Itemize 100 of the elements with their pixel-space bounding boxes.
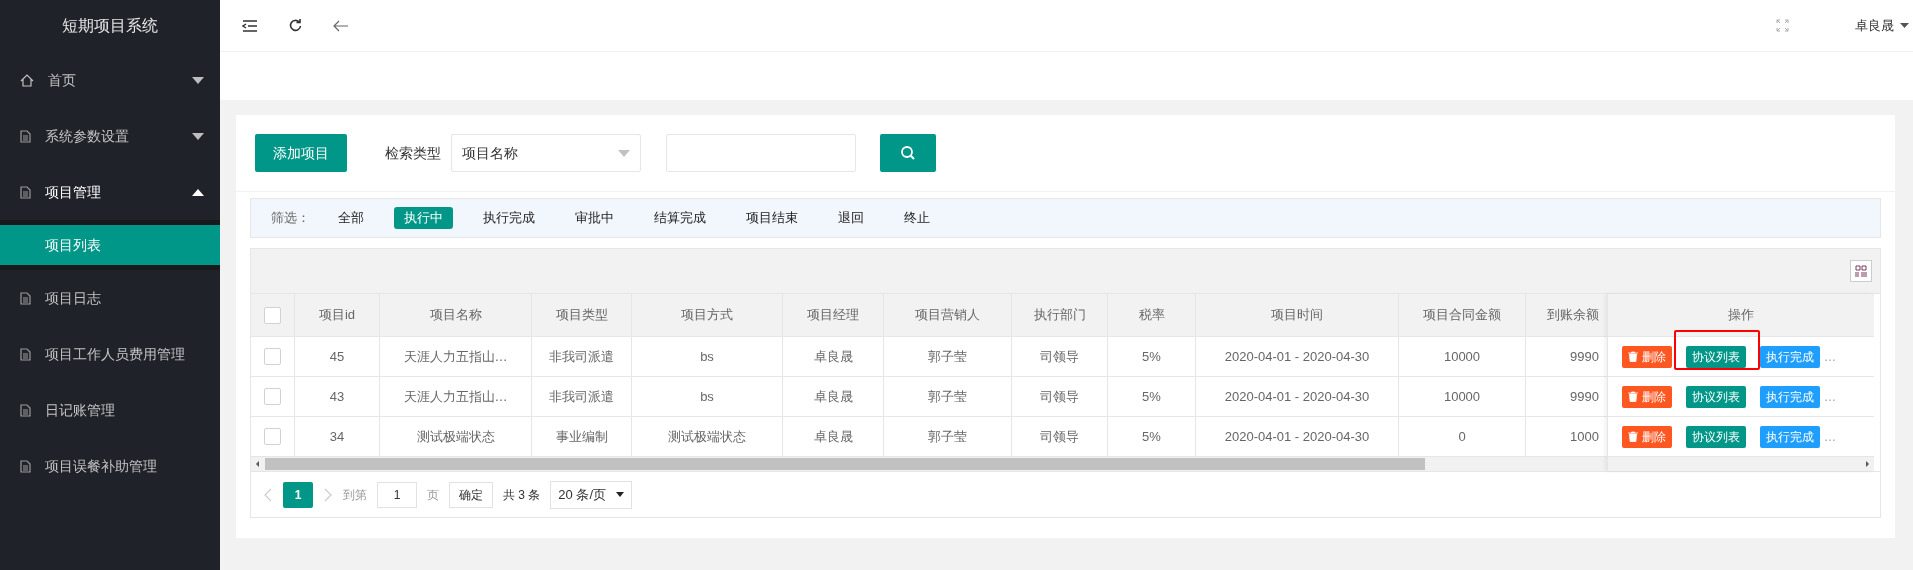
table-cell-text: 5% [1142, 427, 1161, 446]
table-cell-text: 测试极端状态 [668, 427, 746, 446]
table-cell-text: 5% [1142, 387, 1161, 406]
table-cell-text: 司领导 [1040, 347, 1079, 366]
table-cell-text: 事业编制 [555, 427, 608, 446]
table-cell-text: 郭子莹 [928, 427, 967, 446]
home-icon [20, 73, 34, 87]
scrollbar-thumb[interactable] [265, 458, 1425, 470]
menu-item[interactable]: 项目管理 [0, 164, 220, 220]
filter-tab[interactable]: 项目结束 [736, 207, 808, 229]
page-button[interactable]: 1 [283, 481, 313, 508]
document-icon [20, 291, 31, 305]
goto-label: 到第 [343, 486, 367, 504]
column-header: 税率 [1138, 306, 1165, 325]
table-cell-text: 5% [1142, 347, 1161, 366]
search-type-select[interactable]: 项目名称 [451, 134, 641, 172]
table-cell-text: 卓良晟 [813, 347, 853, 366]
search-type-label: 检索类型 [385, 143, 441, 163]
table-cell-text: 9990 [1570, 347, 1599, 366]
page-size-select[interactable]: 20 条/页 [550, 480, 633, 509]
menu-item[interactable]: 系统参数设置 [0, 108, 220, 164]
caret-icon [618, 149, 630, 157]
table-cell-text: 2020-04-01 - 2020-04-30 [1224, 427, 1370, 446]
search-field[interactable] [666, 134, 856, 172]
table-cell-text: bs [700, 387, 714, 406]
column-header: 操作 [1728, 306, 1754, 325]
filter-label: 筛选： [271, 209, 310, 228]
column-filter-icon[interactable] [1850, 260, 1872, 282]
table-cell-text: bs [700, 347, 714, 366]
back-arrow-icon[interactable] [333, 19, 349, 32]
page-input[interactable]: 1 [377, 481, 417, 508]
column-header: 项目类型 [555, 306, 608, 325]
previous-page-icon[interactable] [263, 487, 273, 502]
column-header: 项目名称 [429, 306, 482, 325]
filter-tab[interactable]: 终止 [894, 207, 940, 229]
table-cell-text: 10000 [1443, 347, 1481, 366]
table-cell-text: 0 [1458, 427, 1466, 446]
document-icon [20, 129, 31, 143]
add-project-button[interactable]: 添加项目 [255, 134, 347, 172]
next-page-icon[interactable] [323, 487, 333, 502]
fullscreen-icon[interactable] [1776, 19, 1789, 32]
table-cell-text: 10000 [1443, 387, 1481, 406]
column-header: 项目经理 [807, 306, 859, 325]
table-cell-text: 2020-04-01 - 2020-04-30 [1224, 347, 1370, 366]
row-checkbox[interactable] [264, 388, 281, 405]
submenu-item[interactable]: 项目列表 [0, 225, 220, 265]
menu-item[interactable]: 日记账管理 [0, 382, 220, 438]
filter-tab[interactable]: 执行中 [394, 207, 453, 229]
filter-tab[interactable]: 审批中 [565, 207, 624, 229]
table-cell-text: 45 [329, 347, 345, 366]
column-header: 项目营销人 [915, 306, 980, 325]
agreement-list-button[interactable]: 协议列表 [1686, 385, 1746, 408]
confirm-button[interactable]: 确定 [449, 481, 493, 508]
table-cell-text: 34 [329, 427, 345, 446]
table-cell-text: 43 [329, 387, 345, 406]
table-cell-text: 郭子莹 [928, 387, 967, 406]
caret-icon [616, 492, 625, 497]
column-header: 项目id [318, 306, 356, 325]
column-header: 执行部门 [1033, 306, 1086, 325]
column-header: 项目时间 [1271, 306, 1323, 325]
column-header: 到账余额 [1547, 306, 1599, 325]
menu-item[interactable]: 首页 [0, 52, 220, 108]
table-cell-text: 2020-04-01 - 2020-04-30 [1224, 387, 1370, 406]
menu-item[interactable]: 项目误餐补助管理 [0, 438, 220, 494]
user-menu[interactable]: 卓良晟 [1855, 15, 1909, 36]
document-icon [20, 347, 31, 361]
table-cell-text: 1000 [1570, 427, 1599, 446]
select-all-checkbox[interactable] [264, 306, 281, 324]
column-header: 项目合同金额 [1423, 306, 1501, 325]
search-button[interactable] [880, 134, 936, 172]
column-header: 项目方式 [681, 306, 733, 325]
table-cell-text: 卓良晟 [813, 387, 853, 406]
total-count: 共 3 条 [503, 486, 541, 504]
app-title: 短期项目系统 [62, 16, 158, 36]
filter-tab[interactable]: 全部 [328, 207, 374, 229]
filter-tab[interactable]: 执行完成 [473, 207, 545, 229]
page-label: 页 [427, 486, 439, 504]
filter-tab[interactable]: 结算完成 [644, 207, 716, 229]
menu-collapse-icon[interactable] [242, 18, 258, 33]
refresh-icon[interactable] [288, 18, 303, 33]
row-checkbox[interactable] [264, 428, 281, 445]
table-cell-text: 非我司派遣 [549, 387, 614, 406]
agreement-list-button[interactable]: 协议列表 [1686, 425, 1746, 448]
search-icon [900, 145, 916, 161]
filter-tab[interactable]: 退回 [828, 207, 874, 229]
trash-icon [1628, 431, 1638, 442]
table-cell-text: 天涯人力五指山… [403, 347, 508, 366]
menu-item[interactable]: 项目工作人员费用管理 [0, 326, 220, 382]
caret-icon [1900, 23, 1909, 28]
document-icon [20, 459, 31, 473]
agreement-list-button[interactable]: 协议列表 [1686, 345, 1746, 368]
table-cell-text: 郭子莹 [928, 347, 967, 366]
menu-item[interactable]: 项目日志 [0, 270, 220, 326]
document-icon [20, 403, 31, 417]
table-cell-text: 天涯人力五指山… [403, 387, 508, 406]
trash-icon [1628, 351, 1638, 362]
table-cell-text: 测试极端状态 [416, 427, 495, 446]
table-cell-text: 9990 [1570, 387, 1599, 406]
table-cell-text: 非我司派遣 [549, 347, 614, 366]
row-checkbox[interactable] [264, 348, 281, 365]
